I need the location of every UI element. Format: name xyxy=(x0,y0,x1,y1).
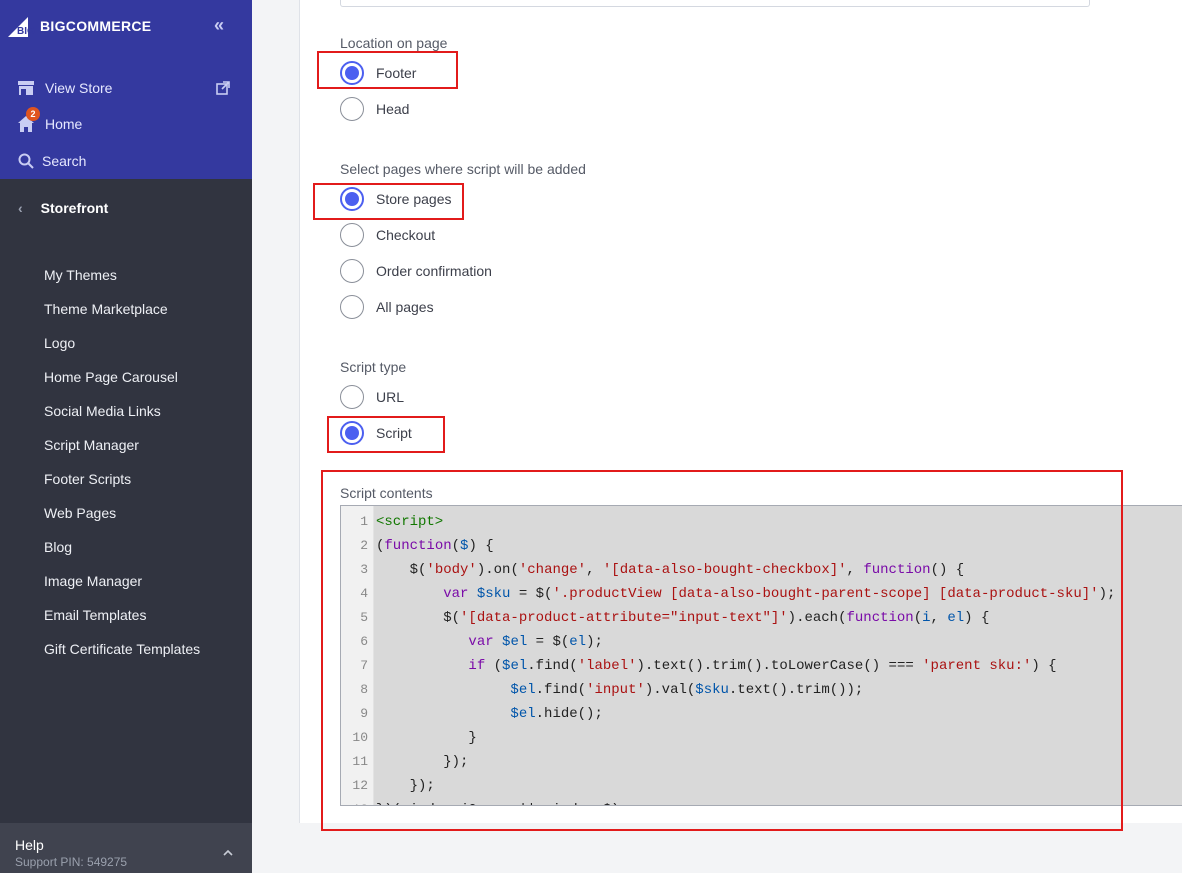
radio-head[interactable]: Head xyxy=(340,97,409,121)
radio-button[interactable] xyxy=(340,187,364,211)
radio-label: Head xyxy=(376,101,410,117)
code-text: $el.hide(); xyxy=(510,706,603,722)
sidebar-item-logo[interactable]: Logo xyxy=(44,333,75,353)
external-link-icon[interactable] xyxy=(216,81,230,100)
bigcommerce-logo-icon: BIG xyxy=(8,17,35,37)
main-content: Location on page Footer Head Select page… xyxy=(252,0,1182,873)
script-code-editor[interactable]: 1 <script> 2 (function($) { 3 $('body').on('… xyxy=(340,505,1182,806)
line-number: 8 xyxy=(360,682,368,697)
radio-button[interactable] xyxy=(340,97,364,121)
sidebar-item-image-manager[interactable]: Image Manager xyxy=(44,571,142,591)
brand-name: BIGCOMMERCE xyxy=(40,18,152,34)
store-icon xyxy=(16,78,36,98)
storefront-section-header[interactable]: ‹ Storefront xyxy=(18,200,108,216)
radio-checkout[interactable]: Checkout xyxy=(340,223,435,247)
radio-button[interactable] xyxy=(340,259,364,283)
help-title: Help xyxy=(15,837,44,853)
search-link[interactable]: Search xyxy=(16,149,86,173)
radio-label: Footer xyxy=(376,65,417,81)
code-text: $el.find('input').val($sku.text().trim()… xyxy=(510,682,864,698)
notification-badge: 2 xyxy=(26,107,40,121)
sidebar-item-gift-certificate-templates[interactable]: Gift Certificate Templates xyxy=(44,639,200,659)
view-store-link[interactable]: View Store xyxy=(16,76,112,100)
code-text: var $el = $(el); xyxy=(468,634,603,650)
section-title: Storefront xyxy=(40,200,109,216)
radio-label: Checkout xyxy=(376,227,436,243)
line-number: 3 xyxy=(360,562,368,577)
pages-label: Select pages where script will be added xyxy=(340,161,586,177)
code-text: var $sku = $('.productView [data-also-bo… xyxy=(443,586,1116,602)
radio-footer[interactable]: Footer xyxy=(340,61,416,85)
radio-store-pages[interactable]: Store pages xyxy=(340,187,452,211)
code-text: } xyxy=(376,730,477,746)
sidebar-item-footer-scripts[interactable]: Footer Scripts xyxy=(44,469,131,489)
sidebar-item-script-manager[interactable]: Script Manager xyxy=(44,435,139,455)
collapse-sidebar-icon[interactable]: « xyxy=(214,16,224,34)
script-contents-label: Script contents xyxy=(340,485,433,501)
sidebar-item-theme-marketplace[interactable]: Theme Marketplace xyxy=(44,299,168,319)
search-icon xyxy=(16,151,36,171)
radio-url[interactable]: URL xyxy=(340,385,404,409)
line-number: 2 xyxy=(360,538,368,553)
sidebar-item-my-themes[interactable]: My Themes xyxy=(44,265,117,285)
line-number: 10 xyxy=(352,730,368,745)
script-type-label: Script type xyxy=(340,359,407,375)
search-label: Search xyxy=(42,153,87,169)
chevron-up-icon[interactable] xyxy=(222,843,234,861)
support-pin: Support PIN: 549275 xyxy=(15,855,128,869)
code-text: })(window.jQuery || window.$); xyxy=(376,798,628,805)
line-number: 13 xyxy=(341,798,368,805)
radio-button[interactable] xyxy=(340,61,364,85)
home-label: Home xyxy=(45,116,83,132)
sidebar: BIG BIGCOMMERCE « View Store 2 Home Sear… xyxy=(0,0,252,873)
code-text: }); xyxy=(376,754,469,770)
line-number: 12 xyxy=(352,778,368,793)
radio-button[interactable] xyxy=(340,223,364,247)
radio-order-confirmation[interactable]: Order confirmation xyxy=(340,259,492,283)
svg-text:BIG: BIG xyxy=(17,26,35,37)
location-label: Location on page xyxy=(340,35,448,51)
line-number: 6 xyxy=(360,634,368,649)
code-text: <script> xyxy=(376,514,444,530)
radio-label: Order confirmation xyxy=(376,263,492,279)
radio-button[interactable] xyxy=(340,385,364,409)
page-footer-area xyxy=(252,823,1182,873)
sidebar-item-social-media-links[interactable]: Social Media Links xyxy=(44,401,161,421)
previous-field-bottom[interactable] xyxy=(340,0,1090,7)
line-number: 9 xyxy=(360,706,368,721)
radio-button[interactable] xyxy=(340,295,364,319)
home-link[interactable]: 2 Home xyxy=(16,107,83,136)
line-number: 4 xyxy=(360,586,368,601)
help-panel[interactable]: Help Support PIN: 549275 xyxy=(0,823,252,873)
code-text: $('body').on('change', '[data-also-bough… xyxy=(376,562,965,578)
sidebar-item-email-templates[interactable]: Email Templates xyxy=(44,605,146,625)
sidebar-item-home-page-carousel[interactable]: Home Page Carousel xyxy=(44,367,178,387)
radio-button[interactable] xyxy=(340,421,364,445)
home-icon: 2 xyxy=(16,107,40,134)
line-number: 5 xyxy=(360,610,368,625)
radio-all-pages[interactable]: All pages xyxy=(340,295,434,319)
sidebar-item-blog[interactable]: Blog xyxy=(44,537,72,557)
code-text: (function($) { xyxy=(376,538,494,554)
sidebar-header: BIG BIGCOMMERCE « View Store 2 Home Sear… xyxy=(0,0,252,179)
code-text: }); xyxy=(376,778,435,794)
line-number: 1 xyxy=(360,514,368,529)
radio-label: All pages xyxy=(376,299,434,315)
radio-label: Store pages xyxy=(376,191,452,207)
bigcommerce-logo[interactable]: BIG BIGCOMMERCE xyxy=(8,14,151,38)
sidebar-item-web-pages[interactable]: Web Pages xyxy=(44,503,116,523)
line-number: 7 xyxy=(360,658,368,673)
line-number: 11 xyxy=(352,754,368,769)
code-text: $('[data-product-attribute="input-text"]… xyxy=(376,610,990,626)
radio-script[interactable]: Script xyxy=(340,421,412,445)
radio-label: Script xyxy=(376,425,412,441)
radio-label: URL xyxy=(376,389,405,405)
code-text: if ($el.find('label').text().trim().toLo… xyxy=(468,658,1057,674)
chevron-left-icon[interactable]: ‹ xyxy=(18,200,23,216)
view-store-label: View Store xyxy=(45,80,113,96)
